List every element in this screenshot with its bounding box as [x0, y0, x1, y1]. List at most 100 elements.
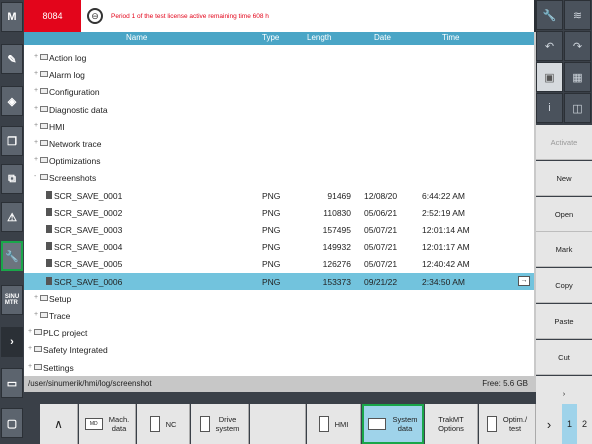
- undo-icon[interactable]: ↶: [536, 31, 563, 61]
- file-name: SCR_SAVE_0004: [54, 242, 123, 253]
- paste-button[interactable]: Paste: [536, 304, 592, 339]
- column-name[interactable]: Name: [126, 33, 147, 42]
- file-row[interactable]: SCR_SAVE_0002 PNG 110830 05/06/21 2:52:19 AM: [24, 204, 534, 221]
- file-row[interactable]: SCR_SAVE_0003 PNG 157495 05/07/21 12:01:14 A…: [24, 221, 534, 238]
- folder-name: Safety Integrated: [43, 345, 108, 356]
- expand-toggle-icon[interactable]: +: [28, 363, 32, 370]
- folder-icon: [40, 88, 48, 95]
- file-length: 153373: [322, 276, 351, 287]
- alarm-number[interactable]: 8084: [24, 0, 81, 32]
- expand-toggle-icon[interactable]: +: [34, 294, 38, 301]
- trakmt-options-label: TrakMT Options: [438, 415, 464, 433]
- file-icon: [46, 207, 52, 216]
- folder-row[interactable]: + Trace: [24, 307, 534, 324]
- folder-name: PLC project: [43, 328, 88, 339]
- optim-icon: [486, 416, 497, 432]
- info-icon[interactable]: i: [536, 93, 563, 123]
- folder-icon: [40, 174, 48, 181]
- system-data-button[interactable]: System data: [362, 404, 424, 444]
- folder-row[interactable]: + Setup: [24, 290, 534, 307]
- copy-button[interactable]: Copy: [536, 268, 592, 303]
- nc-icon: [149, 416, 160, 432]
- window-icon[interactable]: ▣: [536, 62, 563, 92]
- signal-icon[interactable]: ≋: [564, 0, 591, 30]
- program-icon[interactable]: ◈: [1, 86, 23, 116]
- next-page-icon[interactable]: ›: [536, 417, 562, 432]
- expand-toggle-icon[interactable]: +: [28, 328, 32, 335]
- expand-toggle-icon[interactable]: +: [34, 53, 38, 60]
- column-date[interactable]: Date: [374, 33, 391, 42]
- file-date: 05/07/21: [364, 242, 398, 253]
- row-action-arrow-icon[interactable]: →: [518, 275, 530, 286]
- machine-area-icon[interactable]: M: [1, 2, 23, 32]
- new-button[interactable]: New: [536, 161, 592, 196]
- program-manager-icon[interactable]: ❐: [1, 126, 23, 156]
- file-icon: [46, 242, 52, 251]
- file-row[interactable]: SCR_SAVE_0001 PNG 91469 12/08/20 6:44:22 AM: [24, 187, 534, 204]
- page-1[interactable]: 1: [562, 404, 577, 444]
- empty-softkey-1[interactable]: [250, 404, 306, 444]
- folder-row[interactable]: + Diagnostic data: [24, 101, 534, 118]
- expand-toggle-icon[interactable]: +: [28, 345, 32, 352]
- folder-row[interactable]: + Action log: [24, 49, 534, 66]
- file-time: 2:52:19 AM: [422, 207, 466, 218]
- menu-icon[interactable]: ▢: [1, 408, 23, 438]
- folder-icon: [40, 312, 48, 318]
- hmi-button[interactable]: HMI: [307, 404, 361, 444]
- folder-row[interactable]: + Optimizations: [24, 152, 534, 169]
- column-length[interactable]: Length: [307, 33, 331, 42]
- folder-row[interactable]: + Configuration: [24, 83, 534, 100]
- trakmt-options-button[interactable]: TrakMT Options: [425, 404, 478, 444]
- expand-arrow-icon[interactable]: ›: [1, 327, 23, 357]
- page-2[interactable]: 2: [577, 419, 592, 429]
- folder-row[interactable]: + Settings: [24, 359, 534, 376]
- diagnostics-icon[interactable]: ⚠: [1, 202, 23, 232]
- expand-toggle-icon[interactable]: +: [34, 105, 38, 112]
- edit-icon[interactable]: ✎: [1, 44, 23, 74]
- optim-test-button[interactable]: Optim./ test: [479, 404, 536, 444]
- file-row[interactable]: SCR_SAVE_0006 PNG 153373 09/21/22 2:34:50 AM…: [24, 272, 534, 290]
- screen-switch-icon[interactable]: ▭: [1, 368, 23, 398]
- folder-row[interactable]: + Network trace: [24, 135, 534, 152]
- expand-toggle-icon[interactable]: +: [34, 139, 38, 146]
- mach-data-label: Mach. data: [108, 415, 130, 433]
- expand-toggle-icon[interactable]: +: [34, 311, 38, 318]
- open-button[interactable]: Open: [536, 197, 592, 232]
- calculator-icon[interactable]: ▦: [564, 62, 591, 92]
- activate-button[interactable]: Activate: [536, 125, 592, 160]
- mach-data-button[interactable]: MD Mach. data: [79, 404, 136, 444]
- sinumtr-icon[interactable]: SINU MTR: [1, 285, 23, 315]
- camera-icon[interactable]: ◫: [564, 93, 591, 123]
- file-icon: [46, 190, 52, 199]
- parameter-icon[interactable]: ⧉: [1, 164, 23, 194]
- wrench-icon[interactable]: 🔧: [536, 0, 563, 30]
- drive-system-button[interactable]: Drive system: [191, 404, 249, 444]
- redo-icon[interactable]: ↷: [564, 31, 591, 61]
- expand-toggle-icon[interactable]: +: [34, 156, 38, 163]
- system-data-label: System data: [392, 415, 418, 433]
- column-type[interactable]: Type: [262, 33, 279, 42]
- folder-row[interactable]: - Screenshots: [24, 169, 534, 186]
- drive-icon: [199, 416, 210, 432]
- expand-toggle-icon[interactable]: +: [34, 70, 38, 77]
- folder-name: Diagnostic data: [49, 104, 108, 115]
- cancel-alarm-icon[interactable]: ⊖: [87, 8, 103, 24]
- folder-row[interactable]: + Alarm log: [24, 66, 534, 83]
- expand-toggle-icon[interactable]: -: [34, 173, 36, 180]
- folder-row[interactable]: + HMI: [24, 118, 534, 135]
- setup-wrench-icon[interactable]: 🔧: [1, 241, 23, 271]
- file-time: 6:44:22 AM: [422, 190, 466, 201]
- file-row[interactable]: SCR_SAVE_0005 PNG 126276 05/07/21 12:40:42 A…: [24, 255, 534, 272]
- column-time[interactable]: Time: [442, 33, 459, 42]
- nc-button[interactable]: NC: [137, 404, 190, 444]
- recall-up-icon[interactable]: ∧: [40, 404, 78, 444]
- mark-button[interactable]: Mark: [536, 232, 592, 267]
- expand-toggle-icon[interactable]: +: [34, 122, 38, 129]
- folder-name: Trace: [49, 311, 71, 321]
- folder-row[interactable]: + Safety Integrated: [24, 341, 534, 358]
- file-name: SCR_SAVE_0003: [54, 225, 123, 235]
- file-row[interactable]: SCR_SAVE_0004 PNG 149932 05/07/21 12:01:17 A…: [24, 238, 534, 255]
- expand-toggle-icon[interactable]: +: [34, 87, 38, 94]
- cut-button[interactable]: Cut: [536, 340, 592, 375]
- folder-row[interactable]: + PLC project: [24, 324, 534, 341]
